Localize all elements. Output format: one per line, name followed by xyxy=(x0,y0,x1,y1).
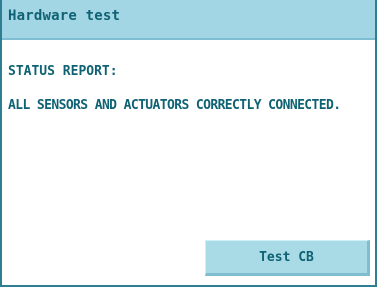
status-report-heading: STATUS REPORT: xyxy=(8,64,118,79)
title-bar: Hardware test xyxy=(2,0,375,40)
hardware-test-screen: Hardware test STATUS REPORT: ALL SENSORS… xyxy=(0,0,377,287)
test-cb-button-label: Test CB xyxy=(259,249,314,265)
status-report-message: ALL SENSORS AND ACTUATORS CORRECTLY CONN… xyxy=(8,98,341,113)
window-title: Hardware test xyxy=(8,8,121,24)
test-cb-button[interactable]: Test CB xyxy=(205,240,370,276)
